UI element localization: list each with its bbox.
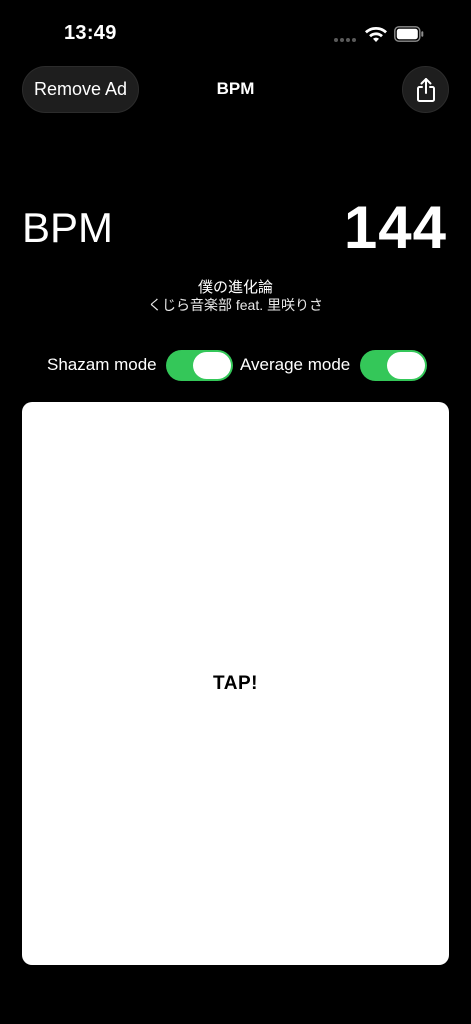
wifi-icon bbox=[365, 27, 387, 42]
battery-icon bbox=[394, 26, 424, 42]
song-artist: くじら音楽部 feat. 里咲りさ bbox=[147, 297, 324, 313]
share-button[interactable] bbox=[402, 66, 449, 113]
mode-row: Shazam mode Average mode bbox=[0, 350, 471, 382]
status-bar: 13:49 bbox=[0, 0, 471, 70]
bpm-label: BPM bbox=[22, 204, 114, 251]
tap-label: TAP! bbox=[213, 672, 258, 694]
cellular-signal-icon bbox=[334, 38, 358, 44]
toggle-knob bbox=[193, 352, 231, 379]
shazam-mode-toggle[interactable] bbox=[166, 350, 233, 381]
toggle-knob bbox=[387, 352, 425, 379]
page-title: BPM bbox=[216, 79, 255, 98]
average-mode-label: Average mode bbox=[240, 355, 351, 374]
status-time: 13:49 bbox=[64, 22, 117, 44]
song-title: 僕の進化論 bbox=[197, 279, 273, 296]
shazam-mode-label: Shazam mode bbox=[47, 355, 157, 374]
tap-button[interactable]: TAP! bbox=[22, 402, 449, 965]
nav-header: Remove Ad BPM bbox=[0, 66, 471, 116]
bpm-value: 144 bbox=[343, 194, 447, 261]
average-mode-toggle[interactable] bbox=[360, 350, 427, 381]
share-icon bbox=[416, 77, 435, 102]
